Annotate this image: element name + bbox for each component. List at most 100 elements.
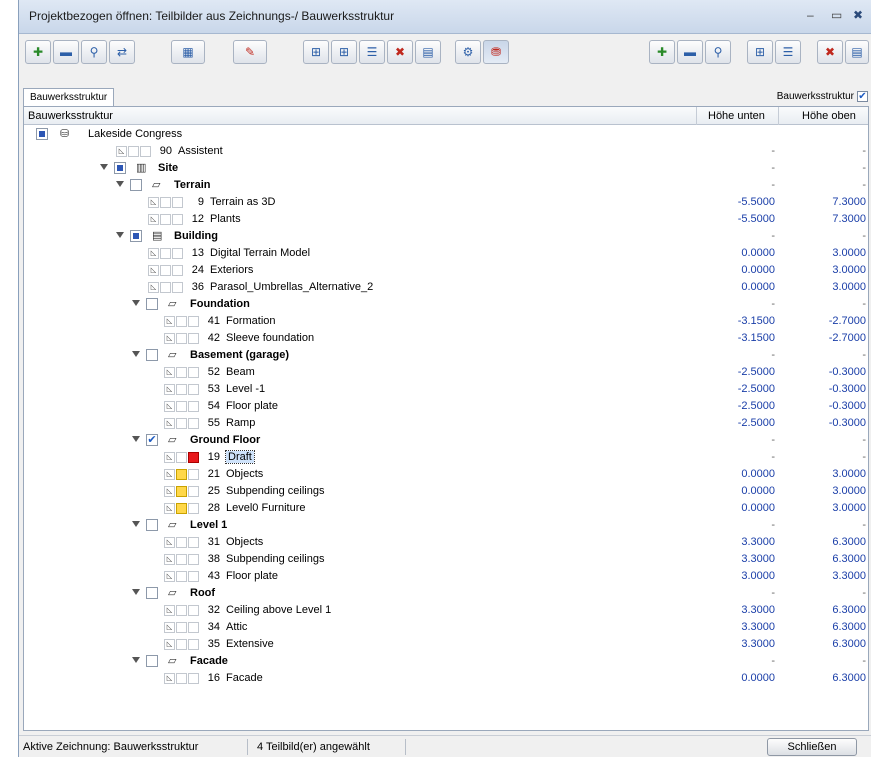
drawing-file-row[interactable]: ◺ 21 Objects 0.0000 3.0000 [24, 466, 868, 483]
structure-node-row[interactable]: ▥ Site - - [24, 160, 868, 177]
printer-icon: ▦ [182, 45, 194, 59]
expand-arrow-icon[interactable] [116, 181, 124, 187]
properties-button[interactable]: ▦ [171, 40, 205, 64]
drawing-file-row[interactable]: ◺ 16 Facade 0.0000 6.3000 [24, 670, 868, 687]
right-search-button[interactable]: ⚲ [705, 40, 731, 64]
file-type-icon: ◺ [164, 639, 175, 650]
project-root-row[interactable]: ⛁ Lakeside Congress [24, 126, 868, 143]
tab-strip: Bauwerksstruktur Bauwerksstruktur ✔ [19, 88, 871, 107]
expand-arrow-icon[interactable] [132, 657, 140, 663]
structure-node-row[interactable]: ⏥ Basement (garage) - - [24, 347, 868, 364]
drawing-file-row[interactable]: ◺ 36 Parasol_Umbrellas_Alternative_2 0.0000… [24, 279, 868, 296]
expand-arrow-icon[interactable] [100, 164, 108, 170]
node-checkbox[interactable] [146, 349, 158, 361]
tree-rows: ⛁ Lakeside Congress ◺ 90 Assistent - - ▥ Site - - ⏥… [24, 126, 868, 687]
tab-bauwerksstruktur[interactable]: Bauwerksstruktur [23, 88, 115, 107]
structure-node-row[interactable]: ⏥ Terrain - - [24, 177, 868, 194]
filter-toggle-button[interactable]: ⛃ [483, 40, 509, 64]
document-icon: ▤ [851, 45, 863, 59]
structure-delete-button[interactable]: ✖ [387, 40, 413, 64]
height-high-value: 3.0000 [832, 247, 866, 259]
drawing-file-row[interactable]: ◺ 13 Digital Terrain Model 0.0000 3.0000 [24, 245, 868, 262]
node-checkbox[interactable] [146, 655, 158, 667]
node-checkbox[interactable] [130, 179, 142, 191]
drawing-file-row[interactable]: ◺ 19 Draft - - [24, 449, 868, 466]
structure-filter-label: Bauwerksstruktur [776, 91, 854, 102]
drawing-file-row[interactable]: ◺ 55 Ramp -2.5000 -0.3000 [24, 415, 868, 432]
height-high-value: -0.3000 [828, 400, 866, 412]
height-high-value: -2.7000 [828, 332, 866, 344]
project-checkbox[interactable] [36, 128, 48, 140]
column-header-high[interactable]: Höhe oben [802, 110, 856, 122]
file-type-icon: ◺ [164, 605, 175, 616]
structure-node-row[interactable]: ⏥ Roof - - [24, 585, 868, 602]
structure-level-icon: ▤ [152, 230, 163, 242]
structure-export-button[interactable]: ▤ [415, 40, 441, 64]
drawing-file-row[interactable]: ◺ 28 Level0 Furniture 0.0000 3.0000 [24, 500, 868, 517]
expand-arrow-icon[interactable] [116, 232, 124, 238]
right-collapse-button[interactable]: ▬ [677, 40, 703, 64]
right-structure-button-1[interactable]: ⊞ [747, 40, 773, 64]
expand-arrow-icon[interactable] [132, 521, 140, 527]
collapse-all-button[interactable]: ▬ [53, 40, 79, 64]
assign-button[interactable]: ✎ [233, 40, 267, 64]
drawing-file-row[interactable]: ◺ 24 Exteriors 0.0000 3.0000 [24, 262, 868, 279]
structure-level-button-3[interactable]: ☰ [359, 40, 385, 64]
file-number: 35 [207, 638, 220, 650]
close-icon[interactable]: ✖ [853, 8, 863, 22]
node-checkbox[interactable] [114, 162, 126, 174]
height-high-value: - [862, 230, 866, 242]
column-divider[interactable] [778, 107, 779, 125]
node-checkbox[interactable] [146, 587, 158, 599]
drawing-file-row[interactable]: ◺ 52 Beam -2.5000 -0.3000 [24, 364, 868, 381]
node-checkbox[interactable]: ✔ [146, 434, 158, 446]
drawing-file-row[interactable]: ◺ 53 Level -1 -2.5000 -0.3000 [24, 381, 868, 398]
drawing-file-row[interactable]: ◺ 32 Ceiling above Level 1 3.3000 6.3000 [24, 602, 868, 619]
drawing-file-row[interactable]: ◺ 90 Assistent - - [24, 143, 868, 160]
drawing-file-row[interactable]: ◺ 25 Subpending ceilings 0.0000 3.0000 [24, 483, 868, 500]
drawing-file-row[interactable]: ◺ 41 Formation -3.1500 -2.7000 [24, 313, 868, 330]
structure-node-row[interactable]: ⏥ Facade - - [24, 653, 868, 670]
right-expand-button[interactable]: ✚ [649, 40, 675, 64]
search-button[interactable]: ⚲ [81, 40, 107, 64]
node-checkbox[interactable] [146, 519, 158, 531]
drawing-file-row[interactable]: ◺ 54 Floor plate -2.5000 -0.3000 [24, 398, 868, 415]
node-checkbox[interactable] [130, 230, 142, 242]
structure-level-button-2[interactable]: ⊞ [331, 40, 357, 64]
drawing-file-row[interactable]: ◺ 35 Extensive 3.3000 6.3000 [24, 636, 868, 653]
column-header-name[interactable]: Bauwerksstruktur [28, 110, 113, 122]
node-checkbox[interactable] [146, 298, 158, 310]
height-low-value: -3.1500 [737, 332, 775, 344]
structure-node-row[interactable]: ✔ ⏥ Ground Floor - - [24, 432, 868, 449]
drawing-file-row[interactable]: ◺ 9 Terrain as 3D -5.5000 7.3000 [24, 194, 868, 211]
structure-filter[interactable]: Bauwerksstruktur ✔ [777, 91, 868, 102]
expand-all-button[interactable]: ✚ [25, 40, 51, 64]
right-structure-button-2[interactable]: ☰ [775, 40, 801, 64]
drawing-file-row[interactable]: ◺ 12 Plants -5.5000 7.3000 [24, 211, 868, 228]
drawing-file-row[interactable]: ◺ 38 Subpending ceilings 3.3000 6.3000 [24, 551, 868, 568]
project-icon: ⛁ [60, 128, 70, 140]
right-delete-button[interactable]: ✖ [817, 40, 843, 64]
drawing-file-row[interactable]: ◺ 34 Attic 3.3000 6.3000 [24, 619, 868, 636]
minimize-icon[interactable]: – [807, 8, 814, 22]
structure-level-button-1[interactable]: ⊞ [303, 40, 329, 64]
transfer-button[interactable]: ⇄ [109, 40, 135, 64]
structure-node-row[interactable]: ⏥ Level 1 - - [24, 517, 868, 534]
drawing-file-row[interactable]: ◺ 42 Sleeve foundation -3.1500 -2.7000 [24, 330, 868, 347]
structure-node-row[interactable]: ▤ Building - - [24, 228, 868, 245]
close-button[interactable]: Schließen [767, 738, 857, 756]
maximize-icon[interactable]: ▭ [831, 8, 842, 22]
right-export-button[interactable]: ▤ [845, 40, 869, 64]
structure-node-row[interactable]: ⏥ Foundation - - [24, 296, 868, 313]
drawing-file-row[interactable]: ◺ 31 Objects 3.3000 6.3000 [24, 534, 868, 551]
expand-arrow-icon[interactable] [132, 436, 140, 442]
structure-filter-checkbox[interactable]: ✔ [857, 91, 868, 102]
column-divider[interactable] [696, 107, 697, 125]
file-type-icon: ◺ [164, 401, 175, 412]
column-header-low[interactable]: Höhe unten [708, 110, 765, 122]
drawing-file-row[interactable]: ◺ 43 Floor plate 3.0000 3.3000 [24, 568, 868, 585]
expand-arrow-icon[interactable] [132, 351, 140, 357]
expand-arrow-icon[interactable] [132, 589, 140, 595]
settings-button[interactable]: ⚙ [455, 40, 481, 64]
expand-arrow-icon[interactable] [132, 300, 140, 306]
